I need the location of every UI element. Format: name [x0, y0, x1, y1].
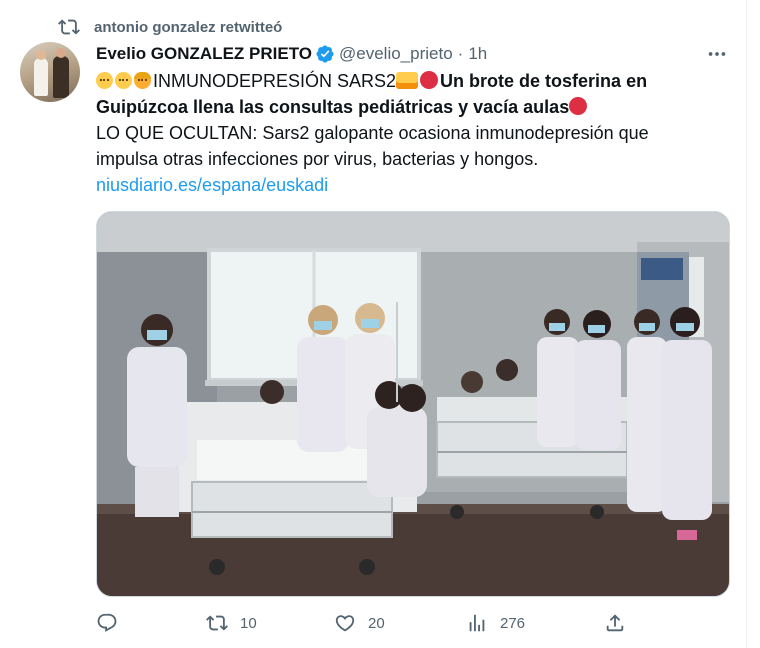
avatar-figure — [53, 56, 69, 98]
retweet-icon — [58, 19, 80, 35]
avatar-figure — [34, 58, 48, 96]
girl-emoji-icon — [134, 72, 151, 89]
separator-dot: · — [457, 44, 464, 63]
retweet-context[interactable]: antonio gonzalez retwitteó — [58, 16, 282, 38]
tweet-actions: 10 20 276 — [96, 610, 626, 636]
retweet-context-text: antonio gonzalez retwitteó — [94, 18, 283, 36]
red-circle-emoji-icon — [420, 71, 439, 89]
avatar[interactable] — [20, 42, 80, 102]
column-border — [746, 0, 747, 648]
heart-icon — [335, 615, 355, 632]
tweet-line-5: niusdiario.es/espana/euskadi — [96, 172, 736, 198]
retweet-button[interactable]: 10 — [206, 610, 257, 636]
tweet-line-2: Guipúzcoa llena las consultas pediátrica… — [96, 94, 736, 120]
tweet-line-4: impulsa otras infecciones por virus, bac… — [96, 149, 539, 169]
family-emoji-icon — [396, 72, 419, 89]
reply-icon — [97, 613, 117, 632]
tweet-line-3: LO QUE OCULTAN: Sars2 galopante ocasiona… — [96, 123, 649, 143]
tweet-text: INMUNODEPRESIÓN SARS2 Un brote de tosferi… — [96, 68, 736, 198]
reply-button[interactable] — [96, 610, 130, 636]
child-emoji-icon — [115, 72, 132, 89]
tweet-header: Evelio GONZALEZ PRIETO @evelio_prieto · … — [96, 42, 736, 66]
tweet-headline-bold: Un brote de tosferina en — [440, 71, 648, 91]
author-name[interactable]: Evelio GONZALEZ PRIETO — [96, 44, 312, 64]
tweet-headline-bold-cont: Guipúzcoa llena las consultas pediátrica… — [96, 97, 570, 117]
analytics-bars-icon — [469, 614, 485, 632]
avatar-figure-head — [56, 48, 66, 58]
views-button[interactable]: 276 — [466, 610, 525, 636]
more-dots-icon — [708, 52, 726, 56]
like-count: 20 — [368, 614, 385, 632]
tweet-photo[interactable] — [96, 211, 730, 597]
retweet-icon — [206, 615, 228, 631]
avatar-figure-head — [36, 50, 46, 60]
verified-badge-icon[interactable] — [315, 44, 335, 64]
tweet-timestamp[interactable]: 1h — [468, 44, 487, 64]
retweet-count: 10 — [240, 614, 257, 632]
hospital-room-photo — [97, 212, 729, 596]
views-count: 276 — [500, 614, 526, 632]
article-link[interactable]: niusdiario.es/espana/euskadi — [96, 175, 328, 195]
red-circle-emoji-icon — [569, 97, 588, 115]
author-handle[interactable]: @evelio_prieto — [339, 44, 453, 64]
baby-emoji-icon — [96, 72, 113, 89]
share-upload-icon — [606, 614, 624, 632]
tweet-line-1: INMUNODEPRESIÓN SARS2 Un brote de tosferi… — [96, 68, 736, 94]
share-button[interactable] — [604, 610, 626, 636]
like-button[interactable]: 20 — [334, 610, 385, 636]
tweet-headline-plain: INMUNODEPRESIÓN SARS2 — [153, 71, 397, 91]
more-options-button[interactable] — [702, 42, 732, 66]
